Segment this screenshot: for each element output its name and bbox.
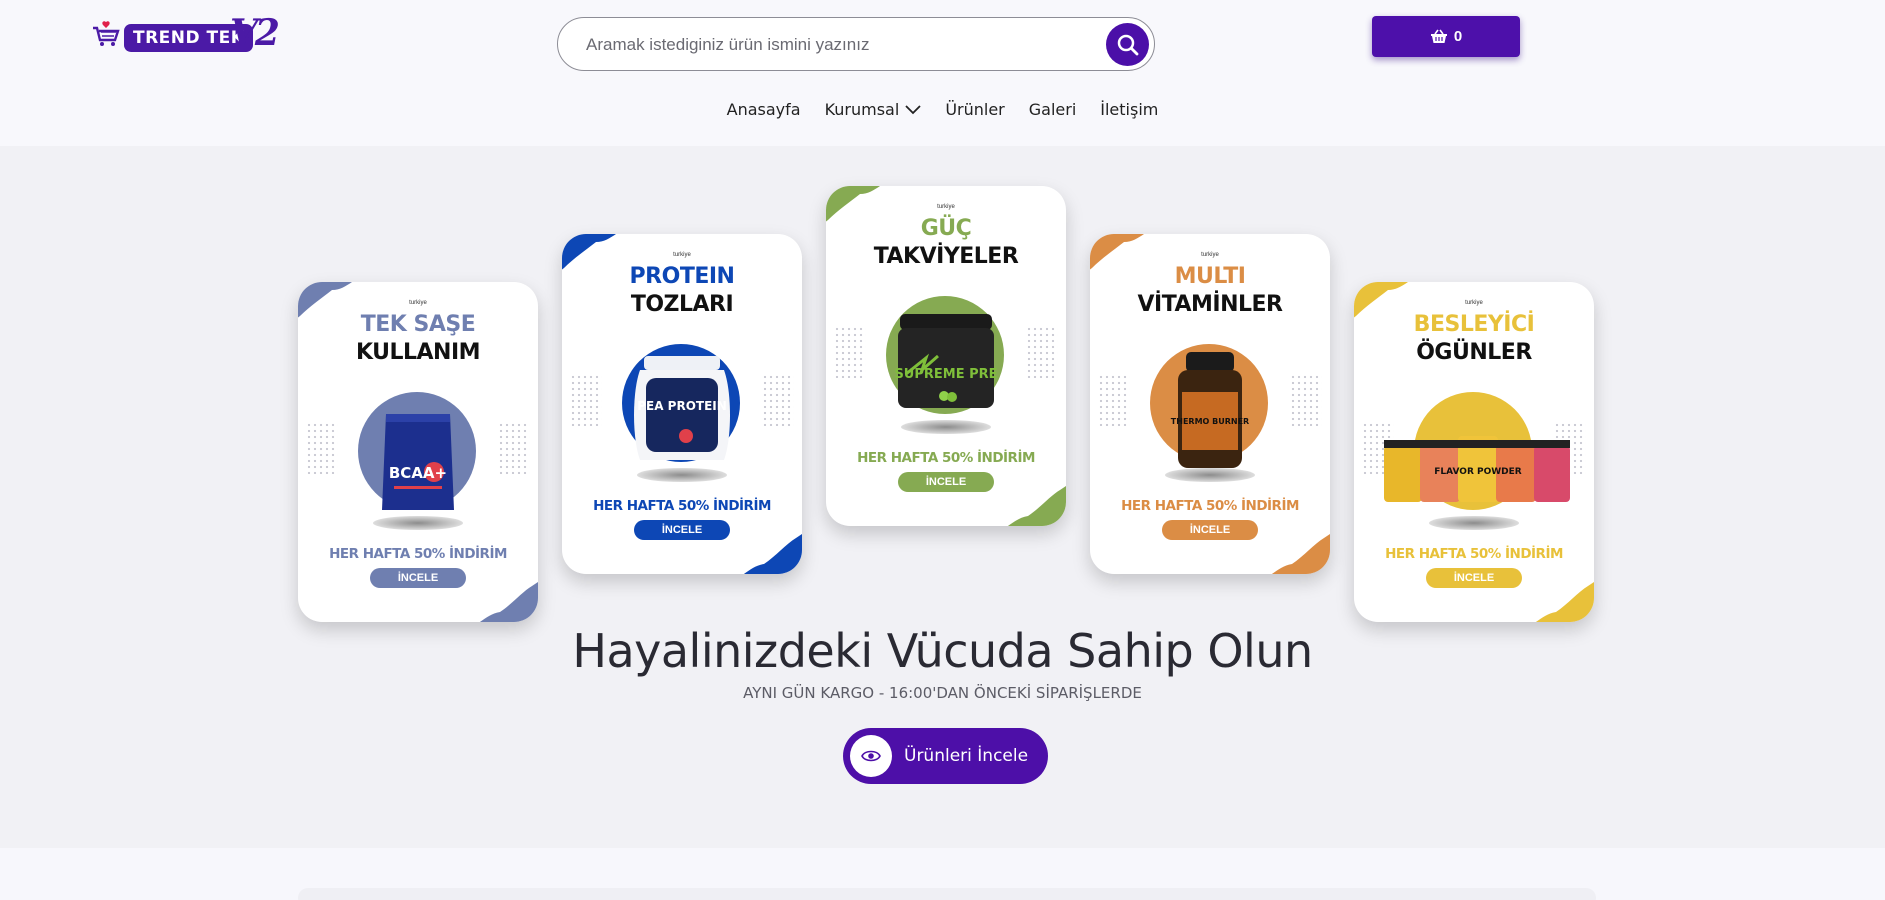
- cart-count: 0: [1453, 28, 1463, 45]
- product-label: FLAVOR POWDER: [1434, 467, 1522, 477]
- nav-anasayfa[interactable]: Anasayfa: [715, 100, 813, 119]
- card-brand: turkiye: [673, 252, 691, 258]
- card-deal-text: HER HAFTA 50% İNDİRİM: [1385, 546, 1563, 562]
- flavor-powder-jars-image: FLAVOR POWDER: [1384, 436, 1570, 502]
- nav-label: Galeri: [1028, 100, 1077, 119]
- card-incele-button[interactable]: İNCELE: [1426, 568, 1522, 588]
- eye-icon: [861, 750, 881, 762]
- nav-label: Kurumsal: [824, 100, 900, 119]
- nav-iletisim[interactable]: İletişim: [1088, 100, 1170, 119]
- product-label: THERMO BURNER: [1171, 417, 1249, 426]
- category-card-protein[interactable]: turkiye PROTEIN TOZLARI PEA PROTEIN HER …: [562, 234, 802, 574]
- card-deal-text: HER HAFTA 50% İNDİRİM: [857, 450, 1035, 466]
- search-input[interactable]: [586, 30, 1076, 60]
- corner-decoration: [1007, 486, 1066, 526]
- main-nav: Anasayfa Kurumsal Ürünler Galeri İletişi…: [0, 100, 1885, 119]
- category-card-besleyici[interactable]: turkiye BESLEYİCİ ÖGÜNLER FLAVOR POWDER …: [1354, 282, 1594, 622]
- search-bar: [557, 17, 1155, 71]
- card-incele-button[interactable]: İNCELE: [634, 520, 730, 540]
- cta-label: Ürünleri İncele: [904, 746, 1029, 766]
- product-label: SUPREME PRE: [894, 367, 997, 382]
- next-section-edge: [298, 888, 1596, 900]
- corner-decoration: [743, 534, 802, 574]
- card-title-line2: TOZLARI: [630, 292, 734, 317]
- corner-decoration: [479, 582, 538, 622]
- card-deal-text: HER HAFTA 50% İNDİRİM: [329, 546, 507, 562]
- card-incele-button[interactable]: İNCELE: [898, 472, 994, 492]
- pea-protein-jar-image: PEA PROTEIN: [634, 356, 730, 460]
- cart-button[interactable]: 0: [1372, 16, 1520, 57]
- category-card-guc[interactable]: turkiye GÜÇ TAKVİYELER SUPREME PRE HER H…: [826, 186, 1066, 526]
- card-brand: turkiye: [1465, 300, 1483, 306]
- nav-kurumsal[interactable]: Kurumsal: [813, 100, 934, 119]
- card-title-line1: BESLEYİCİ: [1413, 312, 1535, 337]
- search-button[interactable]: [1106, 23, 1149, 66]
- card-brand: turkiye: [409, 300, 427, 306]
- basket-icon: [1430, 29, 1447, 43]
- card-brand: turkiye: [1201, 252, 1219, 258]
- card-title-line2: ÖGÜNLER: [1416, 340, 1532, 365]
- site-header: TREND TEK V2 0 Anasayfa Kurumsal Ürünler…: [0, 0, 1885, 146]
- card-incele-button[interactable]: İNCELE: [370, 568, 466, 588]
- eye-icon-wrap: [850, 735, 892, 777]
- chevron-down-icon: [905, 104, 921, 114]
- card-deal-text: HER HAFTA 50% İNDİRİM: [593, 498, 771, 514]
- nav-label: Anasayfa: [726, 100, 801, 119]
- card-title-line1: TEK SAŞE: [360, 312, 476, 337]
- site-logo[interactable]: TREND TEK V2: [92, 12, 280, 56]
- nav-urunler[interactable]: Ürünler: [933, 100, 1016, 119]
- card-brand: turkiye: [937, 204, 955, 210]
- card-title-line2: TAKVİYELER: [873, 244, 1019, 269]
- corner-decoration: [1271, 534, 1330, 574]
- hero-title: Hayalinizdeki Vücuda Sahip Olun: [572, 624, 1313, 678]
- bcaa-sachet-image: BCAA+: [382, 414, 454, 510]
- product-label: PEA PROTEIN: [637, 399, 727, 413]
- view-products-button[interactable]: Ürünleri İncele: [843, 728, 1048, 784]
- card-title-line2: VİTAMİNLER: [1137, 292, 1283, 317]
- category-card-tek-sase[interactable]: turkiye TEK SAŞE KULLANIM BCAA+ HER HAFT…: [298, 282, 538, 622]
- card-incele-button[interactable]: İNCELE: [1162, 520, 1258, 540]
- logo-version: V2: [230, 12, 280, 54]
- supreme-pre-jar-image: SUPREME PRE: [894, 314, 998, 408]
- product-label: BCAA+: [389, 464, 447, 482]
- corner-decoration: [1535, 582, 1594, 622]
- thermo-burner-bottle-image: THERMO BURNER: [1171, 352, 1249, 468]
- category-card-multi[interactable]: turkiye MULTI VİTAMİNLER THERMO BURNER H…: [1090, 234, 1330, 574]
- card-title-line2: KULLANIM: [355, 340, 481, 365]
- card-title-line1: PROTEIN: [629, 264, 735, 289]
- nav-label: Ürünler: [945, 100, 1005, 119]
- cart-logo-icon: [93, 21, 120, 46]
- card-deal-text: HER HAFTA 50% İNDİRİM: [1121, 498, 1299, 514]
- hero-subtitle: AYNI GÜN KARGO - 16:00'DAN ÖNCEKİ SİPARİ…: [743, 684, 1142, 702]
- search-icon: [1117, 34, 1138, 55]
- card-title-line1: MULTI: [1174, 264, 1246, 289]
- nav-label: İletişim: [1100, 100, 1159, 119]
- card-title-line1: GÜÇ: [920, 216, 972, 241]
- nav-galeri[interactable]: Galeri: [1017, 100, 1089, 119]
